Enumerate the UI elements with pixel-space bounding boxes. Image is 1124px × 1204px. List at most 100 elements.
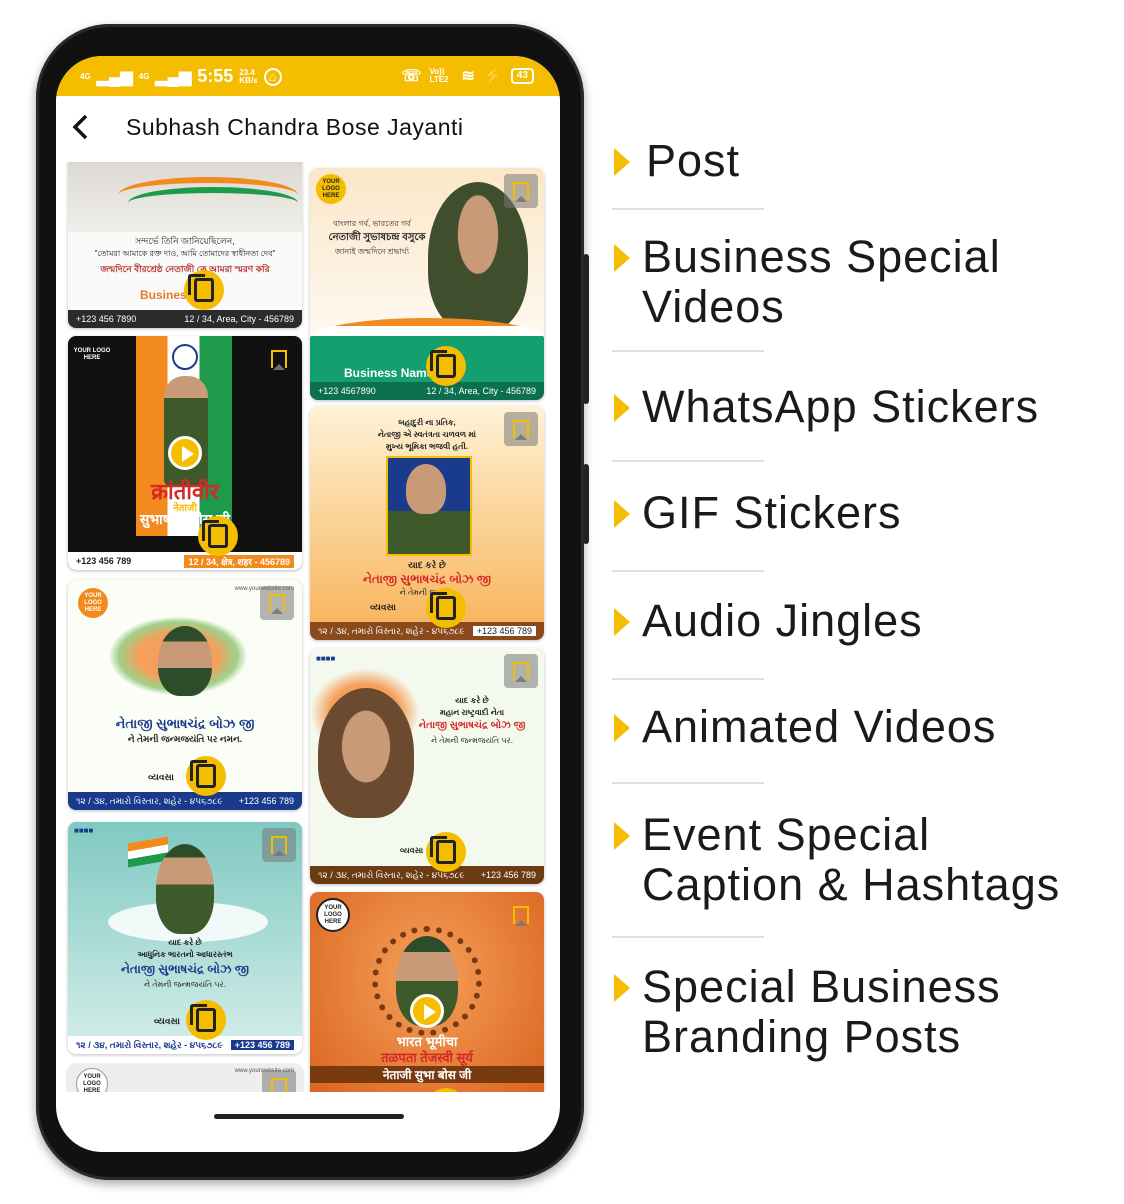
volte-label: Vo)) LTE2 [429,67,449,84]
business-name: Business Name [344,366,434,380]
template-card[interactable]: YOUR LOGO HERE বাংলার গর্ব, ভারতের গর্ব … [310,168,544,400]
card-line: तळपता तेजस्वी सूर्य [381,1050,473,1065]
signal-1-label: 4G [80,71,91,81]
card-line: জানাই জন্মদিনে শ্রদ্ধার্ঘ্য [334,247,410,256]
card-footer: ૧૨ / ૩૪, તમારો વિસ્તાર, શહેર - ૪૫૬૭૮૯ +1… [310,622,544,640]
logo-placeholder: YOUR LOGO HERE [316,898,350,932]
page-title: Subhash Chandra Bose Jayanti [126,114,464,140]
network-speed: 23.4 KB/s [239,67,258,85]
copy-button[interactable] [426,1088,466,1092]
copy-icon [430,592,456,620]
copy-button[interactable] [426,346,466,386]
footer-phone: +123 4567890 [318,386,376,396]
bookmark-icon [513,420,529,440]
copy-button[interactable] [184,270,224,310]
copy-button[interactable] [426,588,466,628]
card-line: ને તેમની જન્મજયંતિ પર નમન. [127,734,243,744]
footer-address: ૧૨ / ૩૪, તમારો વિસ્તાર, શહેર - ૪૫૬૭૮૯ [76,1039,223,1050]
footer-phone: +123 456 789 [472,626,536,636]
card-line: વ્યવસા [370,602,396,612]
bookmark-button[interactable] [504,174,538,208]
arrow-right-icon [614,394,630,422]
copy-button[interactable] [186,1000,226,1040]
card-line: নেতাজী সুভাষচন্দ্র বসুকে [328,232,426,243]
card-line: યાદ કરે છે [408,560,446,570]
signal-icon: ▂▄▆ [96,68,133,86]
card-line: નેતાજી સુભાષચંદ્ર બોઝ જી [362,572,492,586]
card-line: યાદ કરે છે [455,696,489,705]
copy-icon [188,274,214,302]
card-line: "তোমরা আমাকে রক্ত দাও, আমি তোমাদের স্বাধ… [94,249,276,258]
bookmark-button[interactable] [504,654,538,688]
power-button [583,254,589,404]
copy-icon [430,836,456,864]
copy-icon [202,520,228,548]
card-line: યાદ કરે છે [168,938,202,947]
card-line: આધુનિક ભારતનો આધારસ્તંભ [137,950,233,959]
bookmark-icon [269,594,285,614]
notification-icon: ⌂ [263,67,282,86]
arrow-right-icon [614,714,630,742]
bookmark-button[interactable] [262,342,296,376]
template-card[interactable]: ■■■■ યાદ કરે છે મહાન રાષ્ટ્રવાદી નેતા ને… [310,648,544,884]
card-line: મહાન રાષ્ટ્રવાદી નેતા [439,708,505,717]
copy-button[interactable] [426,832,466,872]
bookmark-icon [271,350,287,370]
chakra-icon [172,344,198,370]
template-card[interactable]: બહાદુરી ના પ્રતિક, નેતાજી એ સ્વતંત્રતા ચ… [310,406,544,640]
alarm-icon: ☏ [401,68,422,85]
feature-label: Audio Jingles [642,595,923,646]
card-footer: ૧૨ / ૩૪, તમારો વિસ્તાર, શહેર - ૪૫૬૭૮૯ +1… [68,792,302,810]
bookmark-button[interactable] [504,412,538,446]
netaji-portrait [406,464,446,514]
status-bar: 4G ▂▄▆ 4G ▂▄▆ 5:55 23.4 KB/s ⌂ ☏ Vo)) LTE… [56,56,560,96]
template-card[interactable]: সন্দর্ভে তিনি জানিয়েছিলেন, "তোমরা আমাকে… [68,162,302,328]
card-line: यांच्या जयं [170,527,200,536]
arrow-right-icon [614,148,630,176]
card-line: नेताजी सुभा बोस जी [310,1066,544,1083]
feature-label: Post [646,135,741,186]
bookmark-button[interactable] [262,828,296,862]
feature-label: Business Special Videos [642,231,1001,332]
template-grid[interactable]: সন্দর্ভে তিনি জানিয়েছিলেন, "তোমরা আমাকে… [56,162,560,1092]
template-card[interactable]: YOUR LOGO HERE www.yourwebsite.com [68,1064,302,1092]
card-footer: ૧૨ / ૩૪, તમારો વિસ્તાર, શહેર - ૪૫૬૭૮૯ +1… [310,866,544,884]
home-indicator[interactable] [214,1114,404,1119]
feature-label: Animated Videos [642,701,997,752]
logo-placeholder: YOUR LOGO HERE [316,174,346,204]
card-line: નેતાજી સુભાષચંદ્ર બોઝ જી [120,962,250,976]
footer-phone: +123 456 7890 [76,314,137,324]
copy-button[interactable] [186,756,226,796]
play-icon[interactable] [168,436,202,470]
card-footer: +123 4567890 12 / 34, Area, City - 45678… [310,382,544,400]
signal-icon: ▂▄▆ [155,68,192,86]
feature-label: WhatsApp Stickers [642,381,1040,432]
bookmark-button[interactable] [260,586,294,620]
arrow-right-icon [614,974,630,1002]
bookmark-button[interactable] [262,1070,296,1092]
logo-placeholder: YOUR LOGO HERE [76,1068,108,1092]
app-bar: Subhash Chandra Bose Jayanti [56,96,560,163]
bookmark-icon [271,1078,287,1092]
charging-icon: ⚡ [482,68,503,85]
card-line: વ્યવસા [148,772,174,782]
bookmark-button[interactable] [504,898,538,932]
template-card[interactable]: YOUR LOGO HERE भारत भूमीचा तळपता तेजस्वी… [310,892,544,1092]
footer-address: 12 / 34, Area, City - 456789 [426,386,536,396]
card-line: વ્યવસા [400,846,424,855]
card-line: ને તેમની જન્મજયંતિ પર. [431,736,513,745]
arrow-right-icon [614,608,630,636]
footer-address: 12 / 34, क्षेत्र, शहर - 456789 [184,554,294,568]
phone-screen: 4G ▂▄▆ 4G ▂▄▆ 5:55 23.4 KB/s ⌂ ☏ Vo)) LTE… [56,56,560,1152]
card-line: ને તેમની જન્મજ [399,588,455,597]
card-line: વ્યવસા [154,1016,180,1026]
card-line: জন্মদিনে বীরশ্রেষ্ঠ নেতাজী কে আমরা স্মরণ… [100,264,270,274]
back-button[interactable] [70,112,98,144]
footer-address: 12 / 34, Area, City - 456789 [184,314,294,324]
play-icon[interactable] [410,994,444,1028]
template-card[interactable]: YOUR LOGO HERE क्रांतीवीर नेताजी सुभाषचं… [68,336,302,570]
template-card[interactable]: ■■■■ યાદ કરે છે આધુનિક ભારતનો આધારસ્તંભ … [68,822,302,1054]
bookmark-icon [513,906,529,926]
template-card[interactable]: YOUR LOGO HERE www.yourwebsite.com નેતાજ… [68,580,302,810]
copy-button[interactable] [198,516,238,556]
